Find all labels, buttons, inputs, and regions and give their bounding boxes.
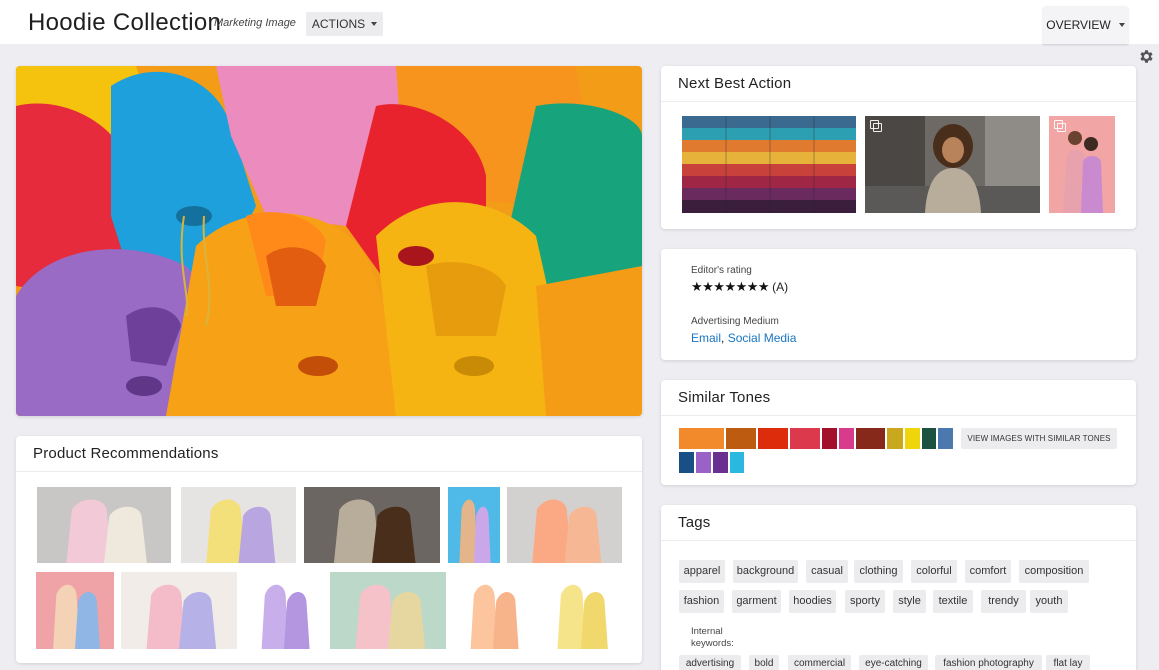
page-title: Hoodie Collection — [28, 9, 222, 36]
product-image-couple-blue[interactable] — [448, 487, 500, 563]
advertising-medium-label: Advertising Medium — [691, 316, 779, 327]
details-card: Editor's rating ★★★★★★★ (A) Advertising … — [661, 249, 1136, 360]
page-subtitle: Marketing Image — [214, 17, 296, 29]
tone-swatch[interactable] — [922, 428, 936, 449]
caret-down-icon — [1118, 23, 1125, 27]
tone-swatch[interactable] — [938, 428, 953, 449]
tone-swatch[interactable] — [856, 428, 885, 449]
product-image-couple-pink[interactable] — [36, 572, 114, 649]
tag-chip[interactable]: comfort — [965, 560, 1011, 583]
tone-swatch[interactable] — [696, 452, 711, 473]
copy-icon — [870, 120, 882, 132]
overview-button-label: OVERVIEW — [1046, 18, 1111, 32]
tag-chip[interactable]: casual — [806, 560, 848, 583]
medium-link-social-media[interactable]: Social Media — [728, 331, 797, 345]
tag-chip[interactable]: fashion — [679, 590, 724, 613]
next-best-action-title: Next Best Action — [661, 66, 1136, 102]
tone-swatch[interactable] — [839, 428, 854, 449]
tone-swatch[interactable] — [887, 428, 903, 449]
internal-keyword-chip[interactable]: fashion photography — [935, 655, 1042, 670]
tag-chip[interactable]: background — [733, 560, 798, 583]
tag-chip[interactable]: clothing — [854, 560, 903, 583]
tag-chip[interactable]: trendy — [981, 590, 1026, 613]
tag-chip[interactable]: sporty — [845, 590, 885, 613]
medium-link-email[interactable]: Email — [691, 331, 721, 345]
product-image-pink-hoodie-shoes[interactable] — [37, 487, 171, 563]
internal-keyword-chip[interactable]: flat lay — [1046, 655, 1090, 670]
product-recommendations-title: Product Recommendations — [16, 436, 642, 472]
tag-chip[interactable]: hoodies — [789, 590, 836, 613]
tone-swatch[interactable] — [713, 452, 728, 473]
action-image-couple[interactable] — [1049, 116, 1115, 213]
tone-swatch[interactable] — [726, 428, 756, 449]
similar-tones-title: Similar Tones — [661, 380, 1136, 416]
editors-rating-label: Editor's rating — [691, 265, 752, 276]
tag-chip[interactable]: composition — [1019, 560, 1089, 583]
tag-chip[interactable]: textile — [933, 590, 973, 613]
actions-button[interactable]: ACTIONS — [306, 12, 383, 36]
tags-card: Tags Internal keywords: — [661, 505, 1136, 670]
tone-swatch[interactable] — [758, 428, 788, 449]
internal-keyword-chip[interactable]: eye-catching — [859, 655, 928, 670]
product-image-rack-pastel[interactable] — [121, 572, 237, 649]
advertising-medium-values: Email, Social Media — [691, 331, 797, 345]
gear-icon[interactable] — [1138, 48, 1155, 65]
caret-down-icon — [371, 22, 378, 26]
tone-swatch[interactable] — [790, 428, 820, 449]
actions-button-label: ACTIONS — [311, 17, 366, 31]
hoodies-hero-graphic — [16, 66, 642, 416]
tag-chip[interactable]: colorful — [911, 560, 957, 583]
internal-keyword-chip[interactable]: bold — [749, 655, 779, 670]
internal-keyword-chip[interactable]: advertising — [679, 655, 741, 670]
view-similar-tones-button[interactable]: VIEW IMAGES WITH SIMILAR TONES — [961, 428, 1117, 449]
tag-chip[interactable]: apparel — [679, 560, 725, 583]
product-image-peach-hoodie-hanger[interactable] — [507, 487, 622, 563]
tag-chip[interactable]: youth — [1030, 590, 1068, 613]
product-image-woman-street[interactable] — [304, 487, 440, 563]
tone-swatch[interactable] — [822, 428, 837, 449]
tag-chip[interactable]: garment — [732, 590, 781, 613]
internal-keyword-chip[interactable]: commercial — [788, 655, 851, 670]
product-image-rack-yellow-purple[interactable] — [181, 487, 296, 563]
rating-stars: ★★★★★★★ — [691, 279, 770, 294]
action-image-folded-hoodies[interactable] — [682, 116, 856, 213]
tone-swatch[interactable] — [730, 452, 744, 473]
product-image-yellow-hoodie[interactable] — [539, 572, 623, 649]
tone-swatch[interactable] — [679, 428, 724, 449]
tone-swatch[interactable] — [905, 428, 920, 449]
editors-rating: ★★★★★★★ (A) — [691, 279, 788, 295]
action-image-woman-street[interactable] — [865, 116, 1040, 213]
tone-swatch[interactable] — [679, 452, 694, 473]
rating-grade: (A) — [772, 280, 789, 294]
tag-chip[interactable]: style — [893, 590, 926, 613]
overview-button[interactable]: OVERVIEW — [1043, 6, 1128, 44]
tags-title: Tags — [661, 505, 1136, 541]
product-image-lilac-hoodie[interactable] — [244, 572, 324, 649]
internal-keywords-label: Internal keywords: — [691, 626, 734, 649]
top-bar: Hoodie Collection Marketing Image ACTION… — [0, 0, 1159, 44]
product-image-peach-hoodie[interactable] — [453, 572, 533, 649]
hero-image[interactable] — [16, 66, 642, 416]
product-image-rack-green-wall[interactable] — [330, 572, 446, 649]
copy-icon — [1054, 120, 1066, 132]
